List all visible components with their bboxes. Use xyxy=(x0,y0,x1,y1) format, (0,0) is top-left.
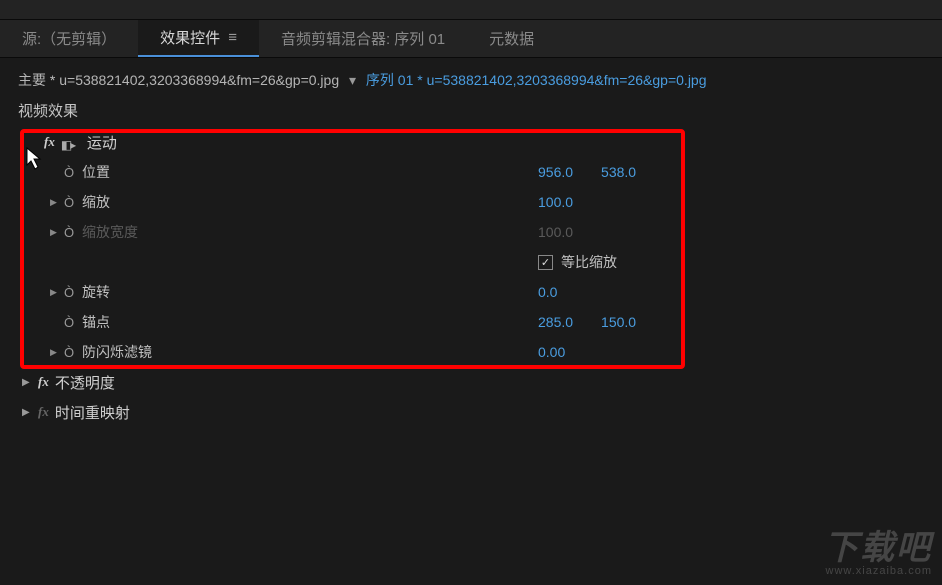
uniform-scale-label: 等比缩放 xyxy=(561,252,617,272)
sequence-name[interactable]: 序列 01 xyxy=(366,72,413,88)
rotation-value[interactable]: 0.0 xyxy=(538,284,557,300)
transform-box-icon[interactable] xyxy=(61,136,79,148)
tab-effect-controls[interactable]: 效果控件 ≡ xyxy=(138,20,259,57)
twisty-closed-icon[interactable]: ▶ xyxy=(50,287,64,298)
stopwatch-icon[interactable]: Ò xyxy=(64,165,82,180)
stopwatch-icon[interactable]: Ò xyxy=(64,315,82,330)
stopwatch-icon[interactable]: Ò xyxy=(64,285,82,300)
property-anchor-point: Ò 锚点 285.0 150.0 xyxy=(18,307,942,337)
anchor-x-value[interactable]: 285.0 xyxy=(538,314,573,330)
sequence-clip-name[interactable]: u=538821402,3203368994&fm=26&gp=0.jpg xyxy=(427,72,707,88)
panel-tabs: 源:（无剪辑） 效果控件 ≡ 音频剪辑混合器: 序列 01 元数据 xyxy=(0,20,942,58)
time-remap-label: 时间重映射 xyxy=(55,402,130,423)
effect-time-remap-header[interactable]: ▶ fx 时间重映射 xyxy=(18,397,942,427)
property-flicker-filter: ▶ Ò 防闪烁滤镜 0.00 xyxy=(18,337,942,367)
master-prefix: 主要 xyxy=(18,72,46,88)
tab-effect-controls-label: 效果控件 xyxy=(160,27,220,48)
motion-label: 运动 xyxy=(87,132,117,153)
property-position: Ò 位置 956.0 538.0 xyxy=(18,157,942,187)
watermark-url: www.xiazaiba.com xyxy=(824,565,932,577)
tab-source[interactable]: 源:（无剪辑） xyxy=(0,20,138,57)
flicker-label: 防闪烁滤镜 xyxy=(82,342,232,362)
fx-badge-icon[interactable]: fx xyxy=(38,374,49,390)
star-icon: * xyxy=(417,72,422,88)
effect-panel: fx 运动 Ò 位置 956.0 538.0 ▶ Ò 缩放 100.0 ▶ Ò … xyxy=(18,127,942,427)
fx-badge-icon[interactable]: fx xyxy=(38,404,49,420)
position-label: 位置 xyxy=(82,162,232,182)
watermark-text: 下载吧 xyxy=(824,520,932,569)
stopwatch-icon[interactable]: Ò xyxy=(64,345,82,360)
tab-audio-mixer[interactable]: 音频剪辑混合器: 序列 01 xyxy=(259,20,467,57)
stopwatch-icon: Ò xyxy=(64,225,82,240)
scale-label: 缩放 xyxy=(82,192,232,212)
position-y-value[interactable]: 538.0 xyxy=(601,164,636,180)
panel-menu-icon[interactable]: ≡ xyxy=(228,29,237,46)
uniform-scale-checkbox[interactable]: ✓ xyxy=(538,255,553,270)
scale-value[interactable]: 100.0 xyxy=(538,194,573,210)
effect-opacity-header[interactable]: ▶ fx 不透明度 xyxy=(18,367,942,397)
property-scale-width: ▶ Ò 缩放宽度 100.0 xyxy=(18,217,942,247)
scale-width-label: 缩放宽度 xyxy=(82,222,232,242)
property-uniform-scale: ✓ 等比缩放 xyxy=(18,247,942,277)
master-clip-name[interactable]: u=538821402,3203368994&fm=26&gp=0.jpg xyxy=(59,72,339,88)
opacity-label: 不透明度 xyxy=(55,372,115,393)
fx-badge-icon[interactable]: fx xyxy=(44,134,55,150)
property-rotation: ▶ Ò 旋转 0.0 xyxy=(18,277,942,307)
anchor-y-value[interactable]: 150.0 xyxy=(601,314,636,330)
scale-width-value: 100.0 xyxy=(538,224,573,240)
dropdown-arrow-icon[interactable]: ▾ xyxy=(349,72,356,88)
title-bar xyxy=(0,0,942,20)
anchor-label: 锚点 xyxy=(82,312,232,332)
twisty-closed-icon[interactable]: ▶ xyxy=(22,377,34,388)
video-effects-header: 视频效果 xyxy=(0,96,942,125)
stopwatch-icon[interactable]: Ò xyxy=(64,195,82,210)
twisty-closed-icon: ▶ xyxy=(50,227,64,238)
watermark: 下载吧 www.xiazaiba.com xyxy=(824,520,932,577)
tab-metadata[interactable]: 元数据 xyxy=(467,20,556,57)
twisty-closed-icon[interactable]: ▶ xyxy=(50,197,64,208)
star-icon: * xyxy=(50,72,55,88)
clip-breadcrumb: 主要 * u=538821402,3203368994&fm=26&gp=0.j… xyxy=(0,58,942,96)
flicker-value[interactable]: 0.00 xyxy=(538,344,565,360)
twisty-closed-icon[interactable]: ▶ xyxy=(50,347,64,358)
effect-motion-header[interactable]: fx 运动 xyxy=(18,127,942,157)
twisty-closed-icon[interactable]: ▶ xyxy=(22,407,34,418)
rotation-label: 旋转 xyxy=(82,282,232,302)
position-x-value[interactable]: 956.0 xyxy=(538,164,573,180)
property-scale: ▶ Ò 缩放 100.0 xyxy=(18,187,942,217)
